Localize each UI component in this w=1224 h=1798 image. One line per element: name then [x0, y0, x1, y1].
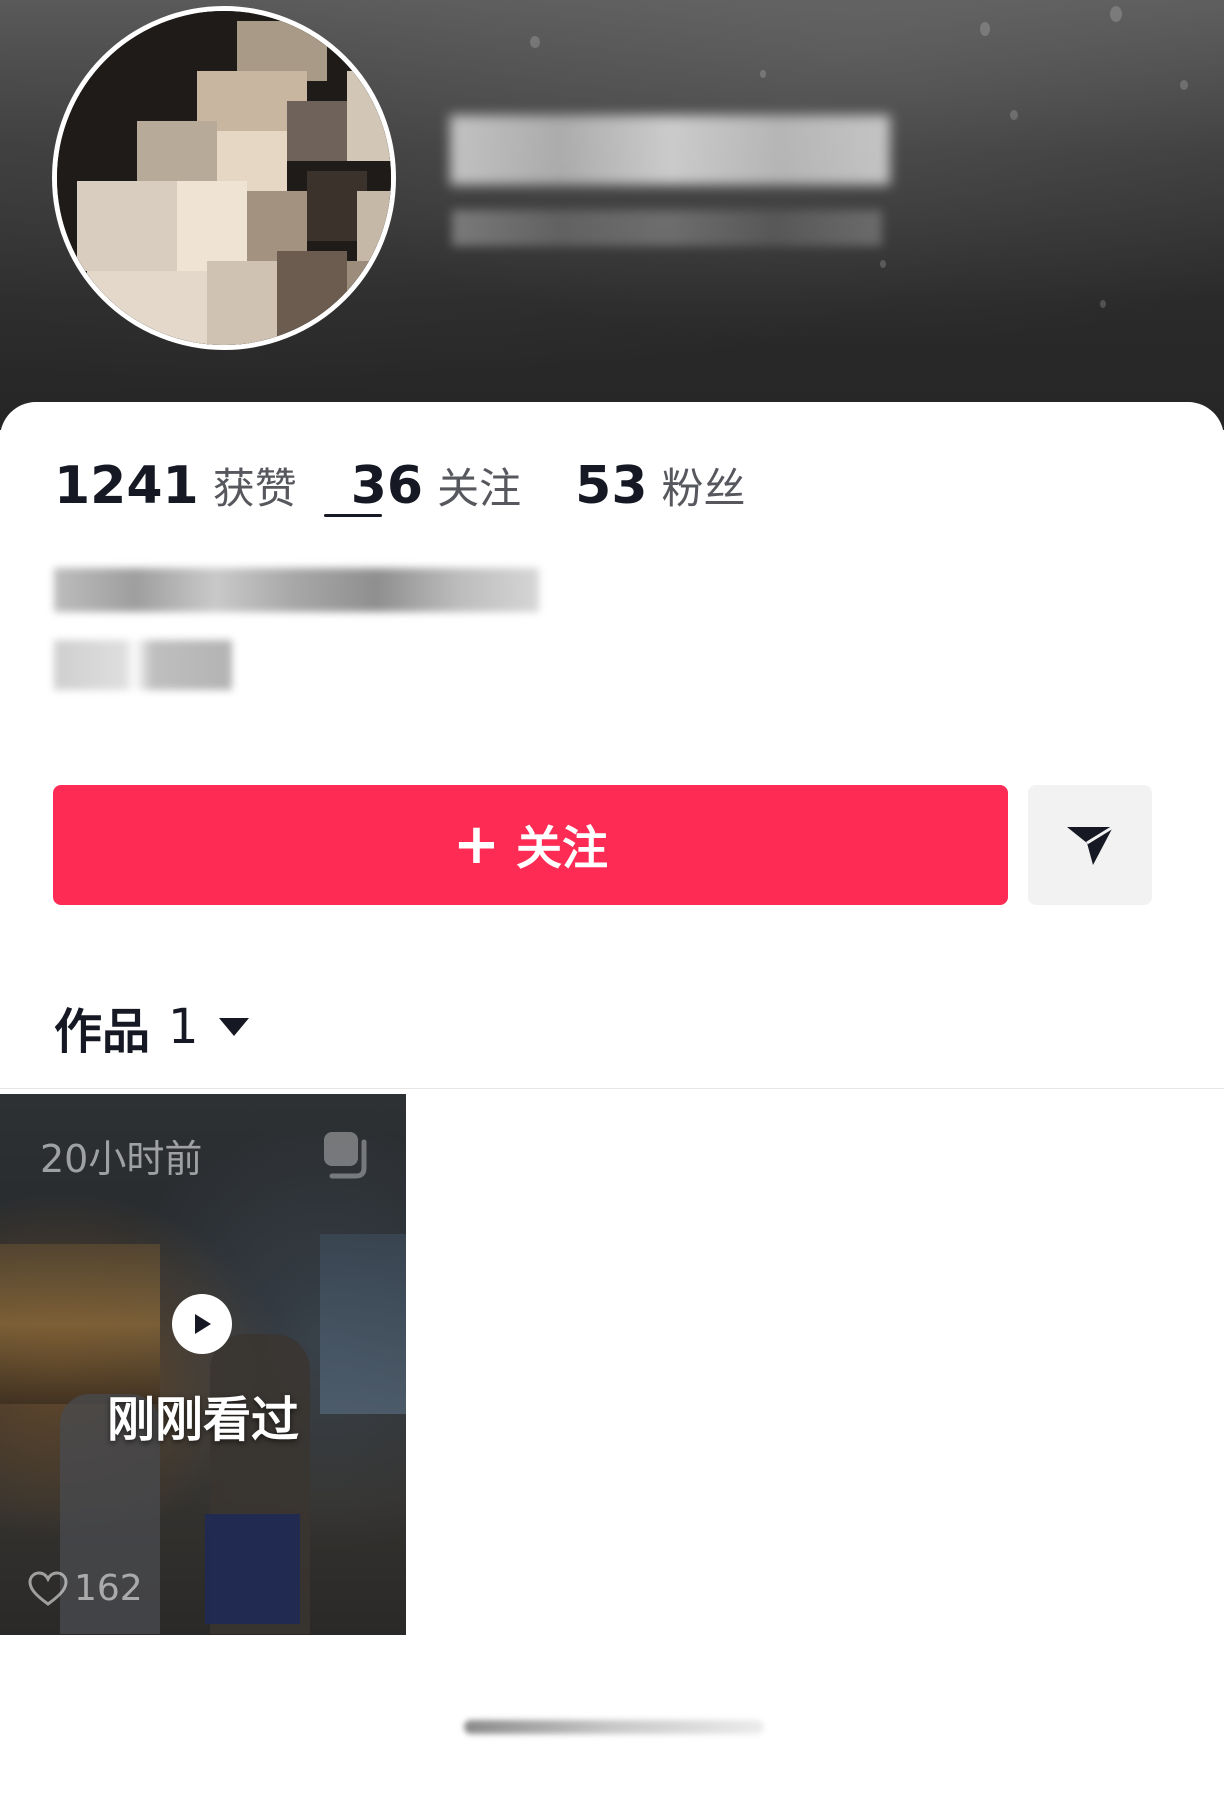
avatar-pixel	[177, 181, 247, 271]
play-icon	[172, 1294, 232, 1354]
follow-button[interactable]: + 关注	[53, 785, 1008, 905]
tab-works-label: 作品	[54, 1004, 151, 1060]
stat-likes: 1241 获赞	[54, 455, 297, 516]
send-message-button[interactable]	[1028, 785, 1152, 905]
raindrop	[1180, 80, 1188, 90]
stat-label: 粉丝	[661, 464, 746, 513]
stat-value: 53	[575, 456, 648, 516]
multi-image-icon	[324, 1132, 367, 1179]
avatar-pixel	[277, 251, 347, 345]
just-watched-badge: 刚刚看过	[106, 1392, 299, 1448]
raindrop	[1100, 300, 1106, 308]
bio-tags-blurred	[54, 640, 232, 690]
avatar-pixel	[77, 181, 177, 271]
raindrop	[530, 36, 540, 48]
tab-works[interactable]: 作品 1	[54, 992, 249, 1062]
thumbnail-shorts	[205, 1514, 300, 1624]
divider	[0, 1088, 1224, 1089]
avatar-pixel	[137, 121, 217, 181]
video-thumbnail[interactable]: 20小时前 刚刚看过 162	[0, 1094, 406, 1635]
send-icon	[1067, 825, 1114, 865]
avatar-pixel	[207, 261, 277, 345]
video-likes-count: 162	[74, 1568, 143, 1609]
stat-value: 1241	[54, 456, 199, 516]
avatar-pixel	[357, 191, 391, 261]
avatar[interactable]	[52, 6, 396, 350]
raindrop	[1110, 6, 1122, 22]
raindrop	[1010, 110, 1018, 120]
stat-label: 获赞	[212, 464, 297, 513]
raindrop	[980, 22, 990, 36]
avatar-pixel	[347, 261, 391, 345]
home-indicator	[464, 1720, 764, 1734]
stat-underline	[324, 514, 382, 517]
stat-following[interactable]: 36 关注	[351, 455, 521, 516]
username-blurred	[450, 115, 890, 185]
user-id-blurred	[452, 210, 882, 246]
chevron-down-icon	[218, 1018, 249, 1036]
avatar-pixel	[287, 101, 347, 161]
avatar-pixel	[87, 271, 207, 345]
stat-value: 36	[350, 456, 424, 516]
plus-icon: +	[453, 812, 500, 877]
video-time: 20小时前	[40, 1137, 203, 1181]
stat-label: 关注	[437, 464, 522, 513]
raindrop	[760, 70, 766, 78]
raindrop	[880, 260, 886, 268]
avatar-pixel	[347, 71, 391, 161]
tab-works-count: 1	[168, 999, 199, 1055]
follow-button-label: 关注	[515, 821, 608, 875]
bio-blurred	[54, 568, 539, 612]
video-likes: 162	[28, 1568, 143, 1609]
heart-icon	[28, 1570, 68, 1606]
stat-followers[interactable]: 53 粉丝	[575, 455, 745, 516]
profile-stats: 1241 获赞 36 关注 53 粉丝	[54, 455, 800, 516]
